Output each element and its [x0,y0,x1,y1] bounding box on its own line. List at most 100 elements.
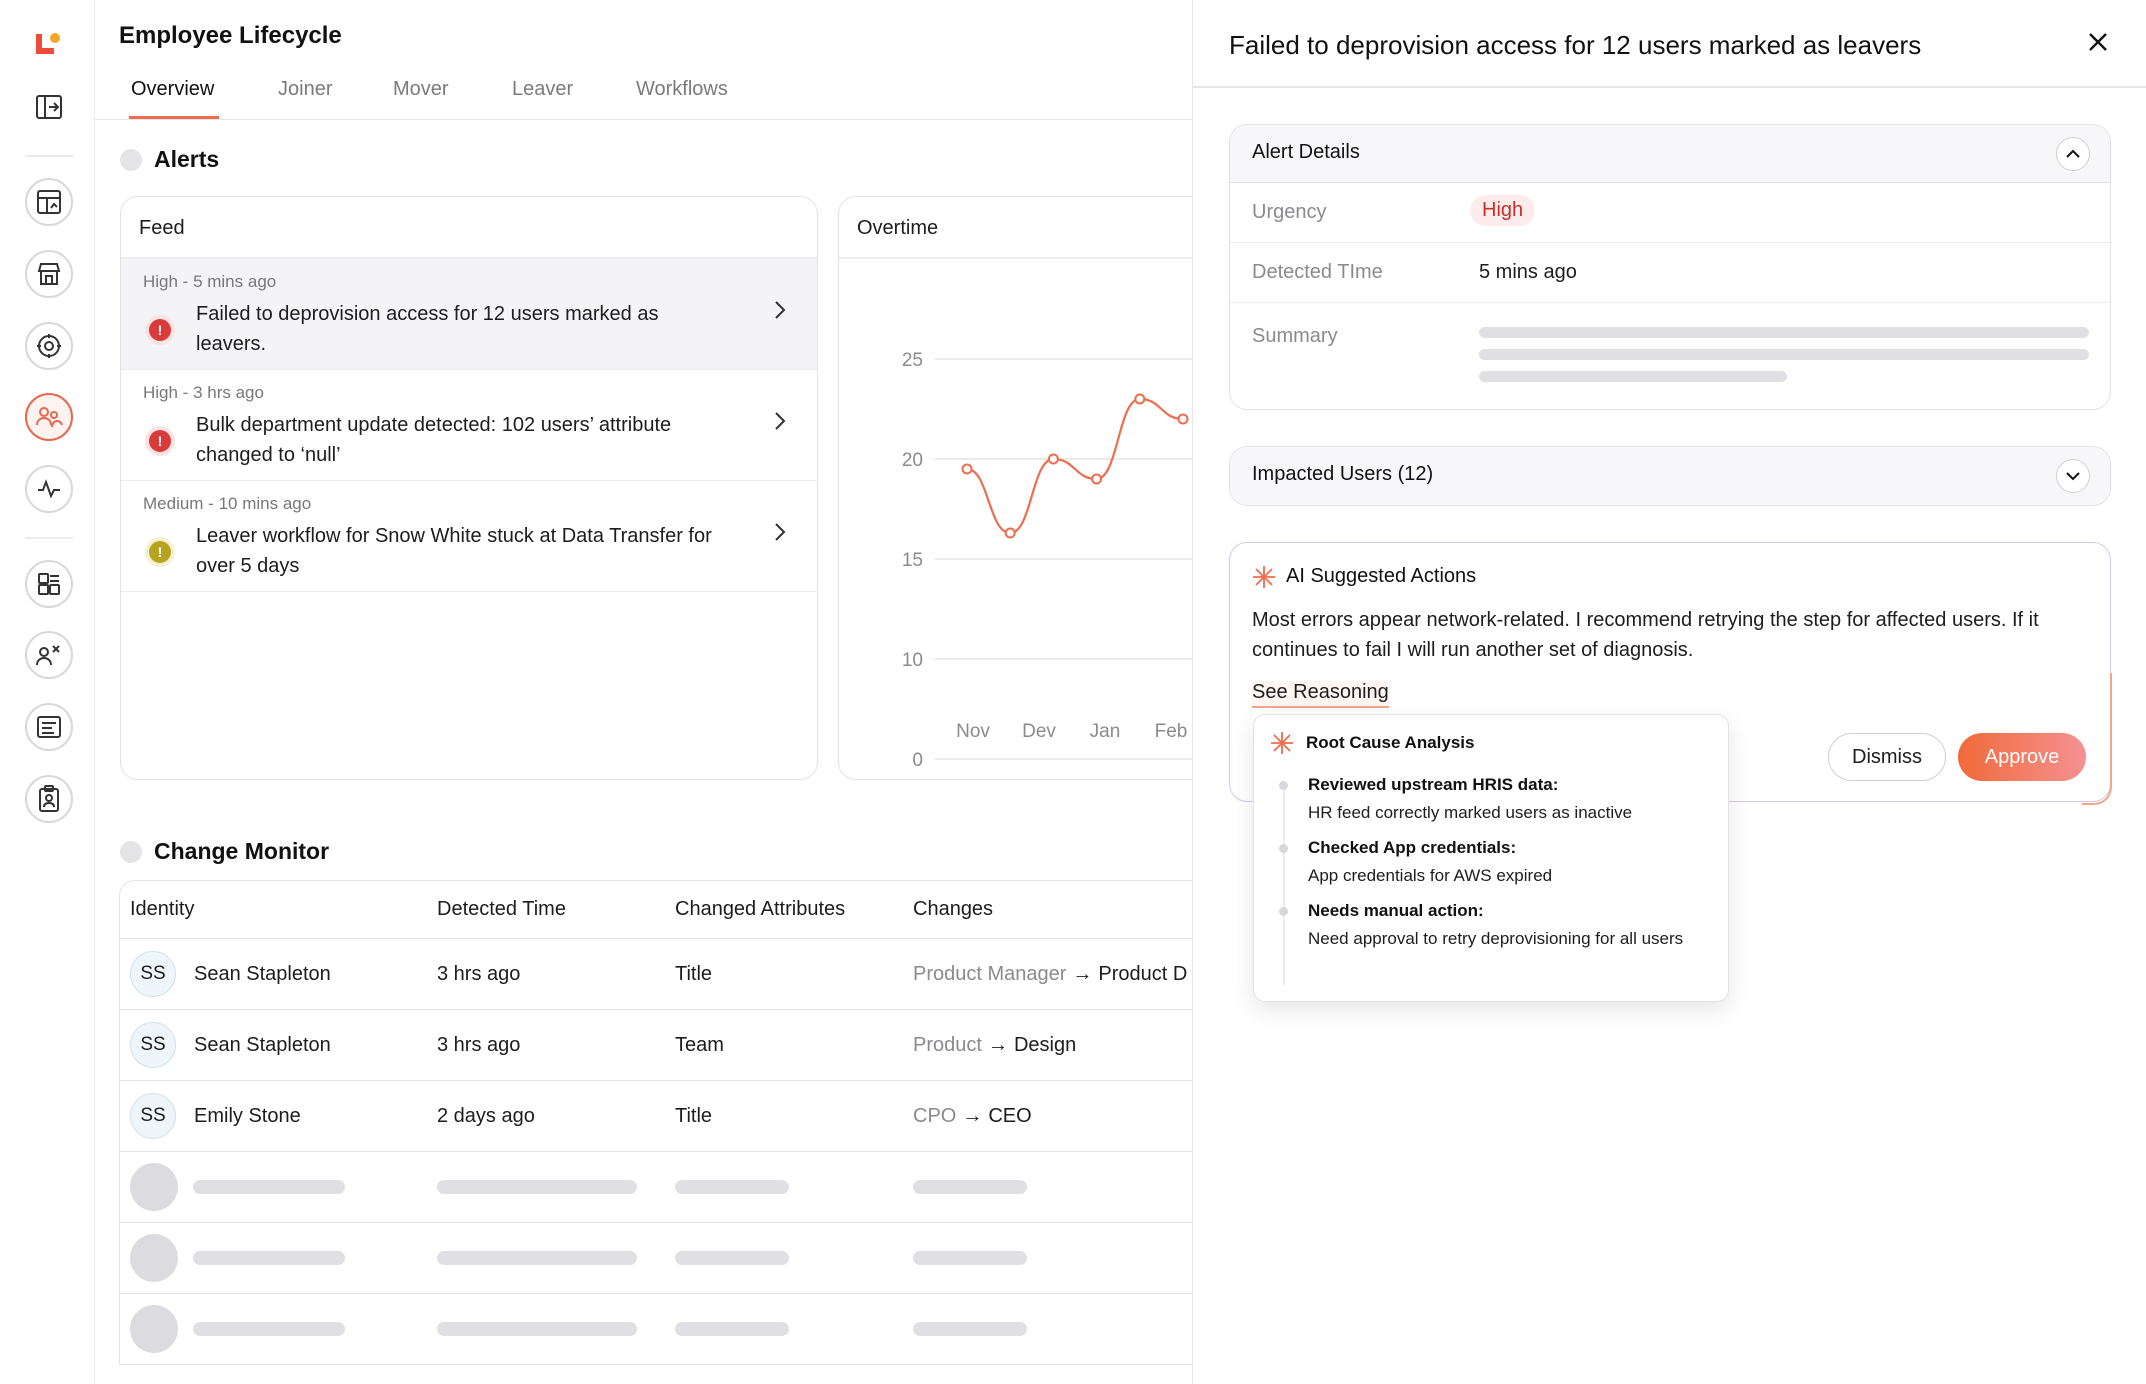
chevron-right-icon [775,412,786,430]
shield-icon[interactable] [25,322,73,370]
arrow-right-icon: → [987,1033,1008,1056]
card-accent [2082,673,2112,805]
chevron-down-icon [2066,472,2080,481]
users-icon[interactable] [25,393,73,441]
impacted-users-card[interactable]: Impacted Users (12) [1229,446,2111,506]
approve-button[interactable]: Approve [1958,733,2086,781]
identity-name: Sean Stapleton [194,1033,331,1056]
detected-time: 3 hrs ago [437,962,521,985]
root-cause-popover: Root Cause Analysis Reviewed upstream HR… [1253,714,1729,1002]
change-from: Product [913,1033,982,1056]
see-reasoning-link[interactable]: See Reasoning [1252,681,1389,708]
detected-time-label: Detected TIme [1252,261,1383,283]
warning-icon: ! [149,541,171,563]
activity-icon[interactable] [25,465,73,513]
dashboard-icon[interactable] [25,178,73,226]
main-content: Employee Lifecycle Overview Joiner Mover… [95,0,1192,1384]
change-from: CPO [913,1104,957,1127]
urgency-badge: High [1470,195,1536,226]
change-to: Product D [1098,962,1188,985]
column-header[interactable]: Changes [913,881,993,938]
collapse-sidebar-icon[interactable] [25,83,73,131]
data-point [1134,393,1146,405]
change-monitor-heading: Change Monitor [120,838,329,865]
skeleton-avatar [130,1163,178,1211]
tab-leaver[interactable]: Leaver [512,78,573,101]
skeleton-bar [913,1180,1027,1194]
alert-details-header[interactable]: Alert Details [1230,125,2110,183]
table-row[interactable]: SS Sean Stapleton 3 hrs ago Title Product… [120,939,1192,1010]
y-tick-label: 20 [902,450,923,471]
skeleton-bar [1479,349,2089,360]
identity-name: Emily Stone [194,1104,301,1127]
feed-item[interactable]: Medium - 10 mins ago ! Leaver workflow f… [121,481,817,592]
table-row-skeleton [120,1152,1192,1223]
feed-item[interactable]: High - 3 hrs ago ! Bulk department updat… [121,370,817,481]
detail-row: Urgency High [1230,183,2110,243]
feed-item-meta: High - 5 mins ago [143,272,277,291]
ai-message: Most errors appear network-related. I re… [1252,609,2039,661]
skeleton-bar [913,1322,1027,1336]
active-tab-indicator [129,116,219,119]
skeleton-bar [1479,371,1787,382]
overtime-card: Overtime 0 10 15 20 25 Nov Dev Jan Feb [838,196,1192,780]
rca-step-heading: Reviewed upstream HRIS data: [1308,775,1559,794]
dismiss-button[interactable]: Dismiss [1828,733,1946,781]
skeleton-avatar [130,1234,178,1282]
alert-details-card: Alert Details Urgency High Detected TIme… [1229,124,2111,410]
timeline-dot [1279,844,1288,853]
data-point [1091,473,1103,485]
column-header[interactable]: Detected Time [437,881,566,938]
timeline-line [1283,781,1285,985]
change-to: CEO [988,1104,1032,1127]
feed-item[interactable]: High - 5 mins ago ! Failed to deprovisio… [121,259,817,370]
timeline-dot [1279,907,1288,916]
chevron-right-icon [775,523,786,541]
table-row-skeleton [120,1294,1192,1365]
column-header[interactable]: Identity [130,881,194,938]
badge-icon[interactable] [25,775,73,823]
apps-icon[interactable] [25,560,73,608]
changed-attribute: Title [675,1104,713,1127]
urgency-label: Urgency [1252,201,1327,223]
user-remove-icon[interactable] [25,631,73,679]
feed-title: Feed [139,217,185,239]
change-monitor-heading-label: Change Monitor [154,838,330,864]
tab-workflows[interactable]: Workflows [636,78,728,101]
expand-button[interactable] [2056,459,2090,493]
impacted-users-header[interactable]: Impacted Users (12) [1230,447,2110,505]
detail-row: Summary [1230,303,2110,403]
y-tick-label: 25 [902,350,923,371]
skeleton-bar [437,1322,637,1336]
skeleton-bar [675,1180,789,1194]
list-icon[interactable] [25,703,73,751]
rca-step-heading: Needs manual action: [1308,901,1484,920]
skeleton-bar [193,1322,345,1336]
table-row[interactable]: SS Emily Stone 2 days ago Title CPO → CEO [120,1081,1192,1152]
column-header[interactable]: Changed Attributes [675,881,845,938]
detected-time: 3 hrs ago [437,1033,521,1056]
tab-overview[interactable]: Overview [131,78,214,101]
close-icon[interactable] [2086,30,2110,54]
impacted-users-title: Impacted Users (12) [1252,463,1434,485]
changed-attribute: Team [675,1033,724,1056]
logo[interactable] [33,30,63,60]
ai-title: AI Suggested Actions [1286,565,1477,587]
arrow-right-icon: → [962,1104,983,1127]
sparkle-icon [1253,566,1275,588]
tab-mover[interactable]: Mover [393,78,449,101]
change-from: Product Manager [913,962,1067,985]
table-row-skeleton [120,1223,1192,1294]
status-dot [120,840,142,863]
skeleton-bar [437,1251,637,1265]
feed-card: Feed High - 5 mins ago ! Failed to depro… [120,196,818,780]
table-row[interactable]: SS Sean Stapleton 3 hrs ago Team Product →… [120,1010,1192,1081]
collapse-button[interactable] [2056,137,2090,171]
y-tick-label: 15 [902,550,923,571]
store-icon[interactable] [25,250,73,298]
overtime-chart: 0 10 15 20 25 Nov Dev Jan Feb [902,350,1192,771]
tab-joiner[interactable]: Joiner [278,78,332,101]
rca-step-text: Need approval to retry deprovisioning fo… [1308,929,1684,948]
data-point [961,463,973,475]
avatar: SS [130,1022,176,1068]
